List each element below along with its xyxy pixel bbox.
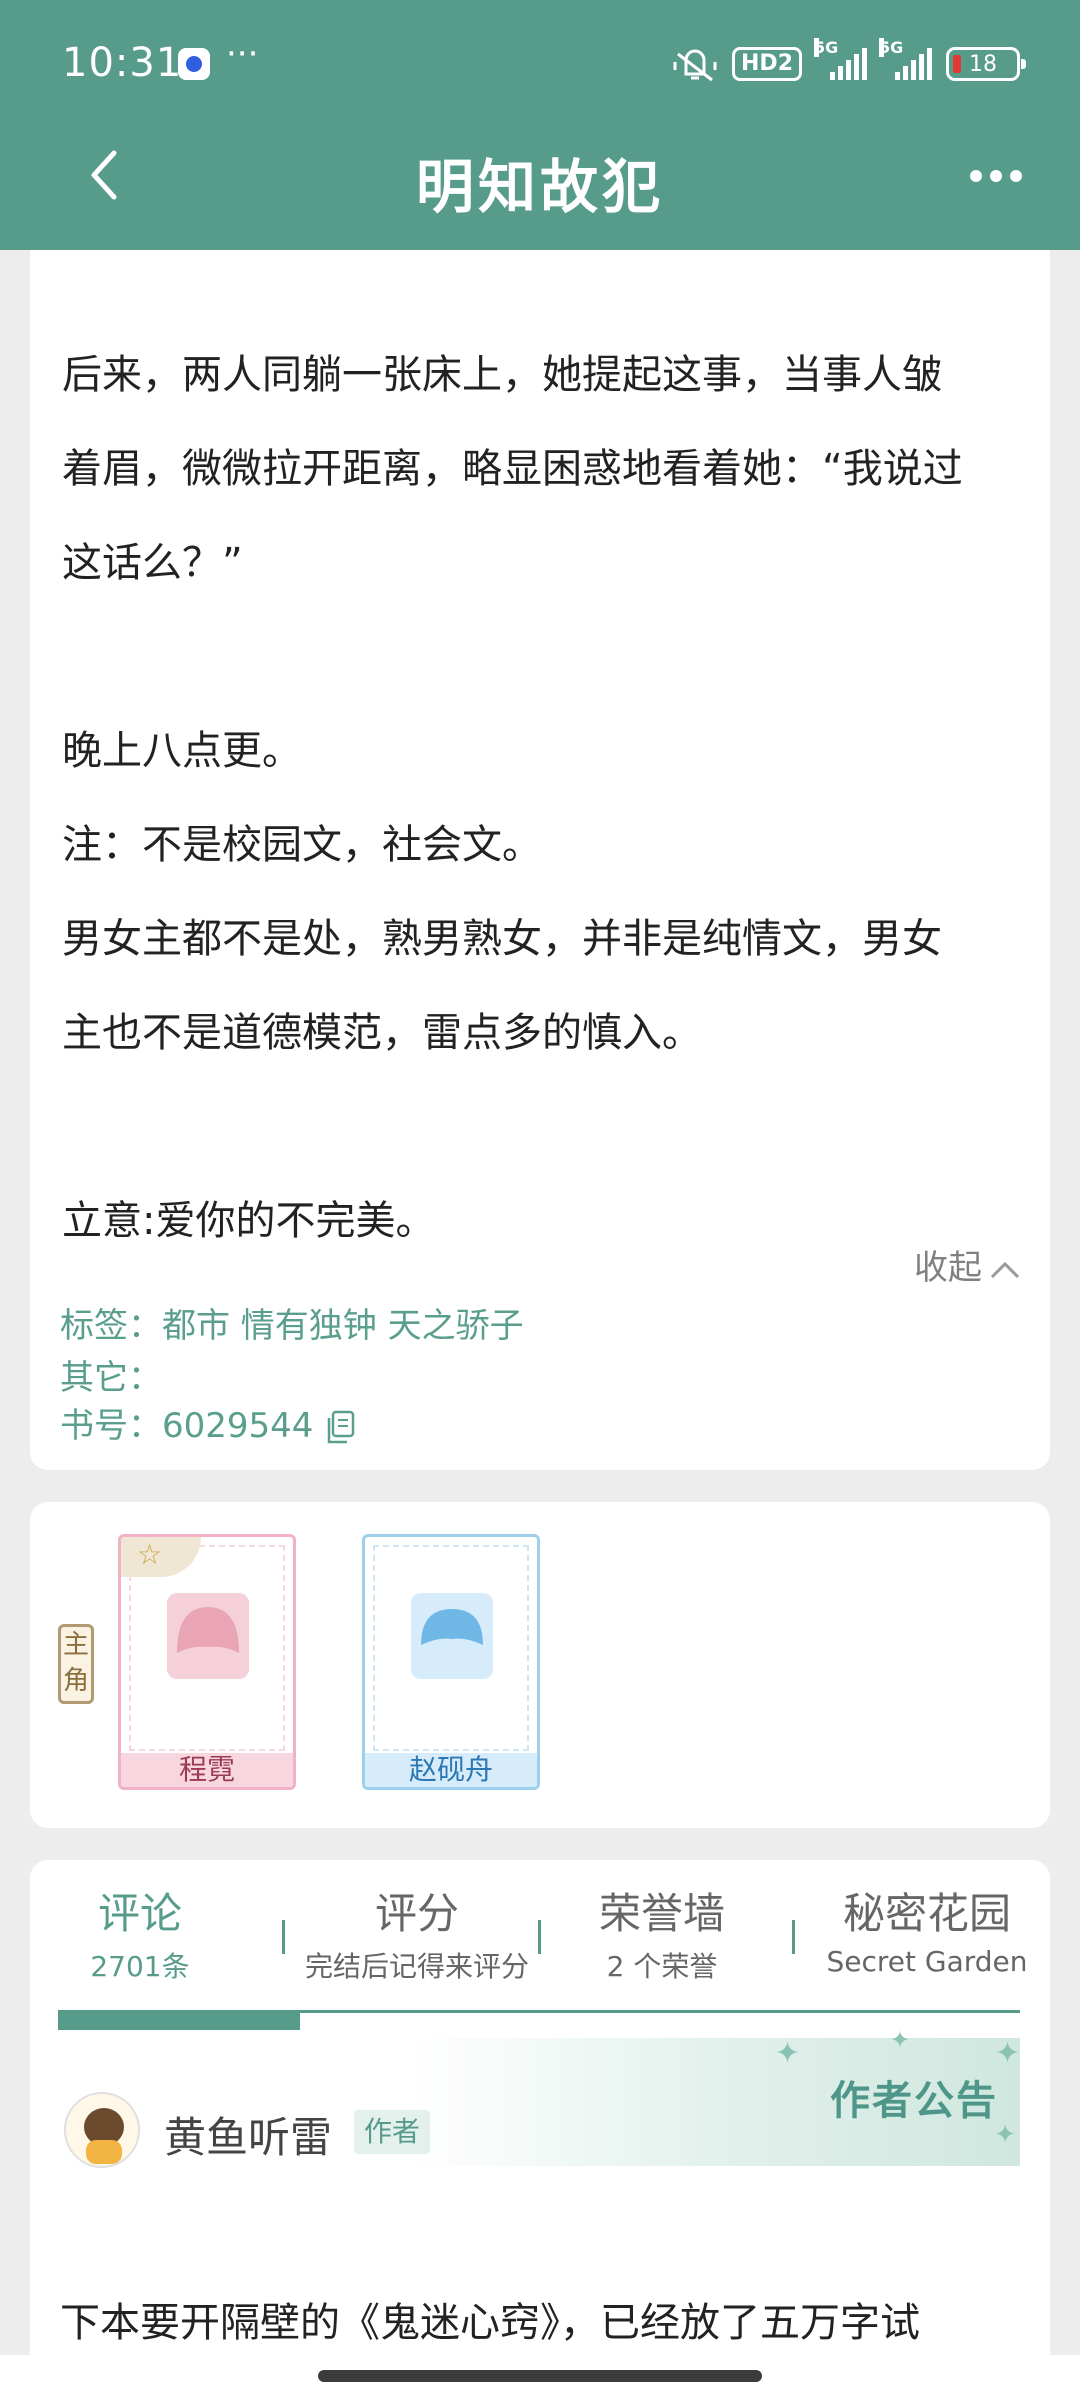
home-indicator[interactable] (318, 2370, 762, 2382)
status-icons: HD2 5G 5G 18 (672, 38, 1026, 86)
collapse-label: 收起 (914, 1248, 982, 1288)
tab-subtitle: Secret Garden (826, 1945, 1028, 1978)
character-name: 赵砚舟 (365, 1753, 537, 1787)
signal-icon-2: 5G (879, 38, 932, 80)
author-name[interactable]: 黄鱼听雷 (164, 2104, 332, 2165)
sparkle-icon: ✦ (889, 2026, 910, 2054)
other-line: 其它： (60, 1358, 162, 1398)
tab-secret-garden[interactable]: 秘密花园 Secret Garden (812, 1880, 1042, 1978)
tags-line: 标签：都市 情有独钟 天之骄子 (60, 1306, 524, 1346)
roles-card: 主角 ☆ 程霓 赵砚舟 (30, 1502, 1050, 1828)
notice-banner-title: 作者公告 (830, 2078, 998, 2124)
network-type-label: 5G (814, 38, 839, 57)
tab-subtitle: 2 个荣誉 (606, 1950, 718, 1983)
character-card[interactable]: 赵砚舟 (362, 1534, 540, 1790)
author-avatar[interactable] (64, 2092, 140, 2168)
hd-icon: HD2 (732, 47, 802, 81)
tab-title: 评论 (97, 1889, 182, 1938)
synopsis-line: 这话么？” (62, 540, 243, 586)
tab-title: 荣誉墙 (598, 1889, 725, 1938)
page-title: 明知故犯 (415, 153, 664, 221)
sparkle-icon: ✦ (774, 2036, 800, 2071)
tab-divider (538, 1920, 541, 1954)
tab-indicator (58, 2010, 300, 2030)
tab-subtitle: 完结后记得来评分 (304, 1950, 529, 1983)
tab-subtitle: 2701条 (90, 1950, 190, 1983)
character-avatar (411, 1593, 493, 1679)
tab-comments[interactable]: 评论 2701条 (70, 1880, 210, 1985)
tab-title: 评分 (374, 1889, 459, 1938)
character-avatar (167, 1593, 249, 1679)
synopsis-line: 立意:爱你的不完美。 (62, 1198, 436, 1244)
tab-divider (792, 1920, 795, 1954)
synopsis-line: 晚上八点更。 (62, 728, 302, 774)
app-notification-icon (178, 48, 210, 80)
more-notifications-icon: ··· (226, 34, 259, 74)
tab-divider (282, 1920, 285, 1954)
tab-rating[interactable]: 评分 完结后记得来评分 (292, 1880, 542, 1985)
synopsis-line: 主也不是道德模范，雷点多的慎入。 (62, 1010, 702, 1056)
clock: 10:31 (62, 40, 183, 86)
character-name: 程霓 (121, 1753, 293, 1787)
synopsis-line: 注：不是校园文，社会文。 (62, 822, 542, 868)
comments-card: 评论 2701条 评分 完结后记得来评分 荣誉墙 2 个荣誉 秘密花园 Secr… (30, 1860, 1050, 2403)
copy-icon[interactable] (325, 1410, 357, 1446)
more-options-button[interactable] (970, 170, 1022, 182)
tab-honor-wall[interactable]: 荣誉墙 2 个荣誉 (572, 1880, 752, 1985)
network-type-label: 5G (879, 38, 904, 57)
status-bar: 10:31 ··· HD2 5G 5G 18 (0, 0, 1080, 130)
synopsis-line: 后来，两人同躺一张床上，她提起这事，当事人皱 (62, 352, 942, 398)
vibrate-mute-icon (673, 49, 717, 82)
sparkle-icon: ✦ (994, 2036, 1020, 2071)
book-id-line: 书号：6029544 (60, 1398, 357, 1447)
book-id-text: 书号：6029544 (60, 1406, 314, 1446)
synopsis-line: 着眉，微微拉开距离，略显困惑地看着她：“我说过 (62, 446, 963, 492)
main-role-tag: 主角 (58, 1624, 94, 1704)
signal-icon-1: 5G (814, 38, 867, 80)
author-badge: 作者 (354, 2110, 431, 2154)
notice-text: 下本要开隔壁的《鬼迷心窍》，已经放了五万字试 (60, 2300, 920, 2346)
chevron-up-icon (990, 1261, 1020, 1278)
tab-title: 秘密花园 (842, 1889, 1011, 1938)
battery-icon: 18 (946, 47, 1026, 81)
synopsis-card: 后来，两人同躺一张床上，她提起这事，当事人皱 着眉，微微拉开距离，略显困惑地看着… (30, 250, 1050, 1470)
character-card[interactable]: ☆ 程霓 (118, 1534, 296, 1790)
synopsis-line: 男女主都不是处，熟男熟女，并非是纯情文，男女 (62, 916, 942, 962)
collapse-button[interactable]: 收起 (914, 1240, 1022, 1289)
top-bar: 10:31 ··· HD2 5G 5G 18 明知故犯 (0, 0, 1080, 250)
